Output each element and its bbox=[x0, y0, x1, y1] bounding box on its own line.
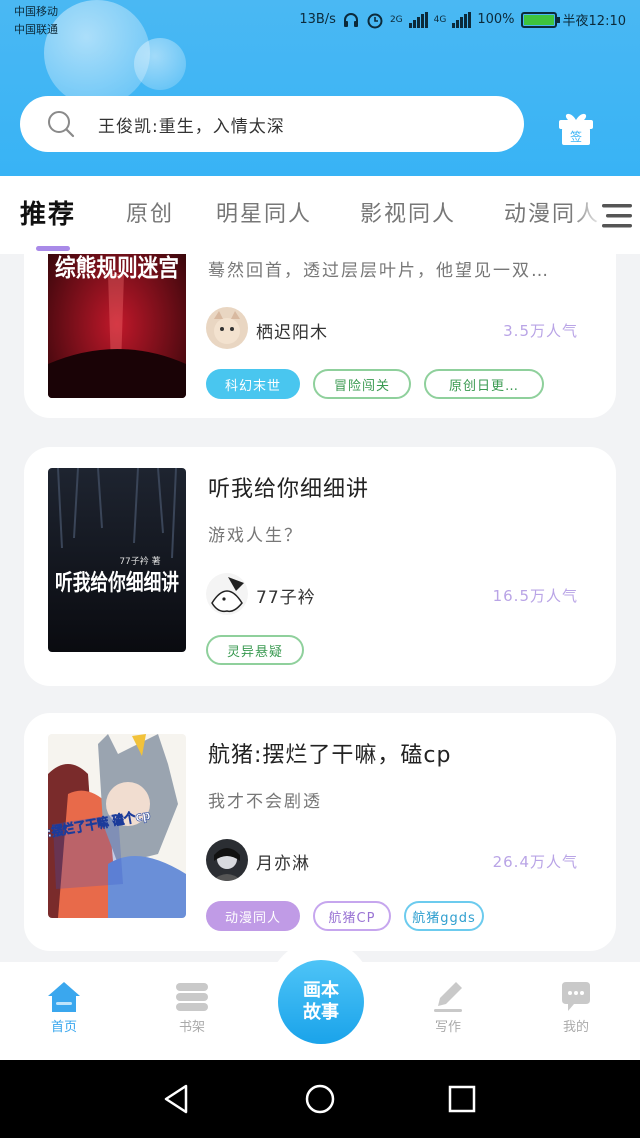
status-indicators: 13B/s 2G 4G 100% 半夜12:10 bbox=[299, 10, 626, 29]
book-card[interactable]: 综熊规则迷宫 蓦然回首，透过层层叶片，他望见一双… 栖迟阳木 3.5万人气 科幻… bbox=[24, 254, 616, 418]
book-tag[interactable]: 航猪CP bbox=[313, 901, 391, 931]
nav-label: 写作 bbox=[434, 1020, 461, 1035]
decorative-bubble bbox=[134, 38, 186, 90]
signal-icon bbox=[452, 11, 472, 28]
book-feed: 综熊规则迷宫 蓦然回首，透过层层叶片，他望见一双… 栖迟阳木 3.5万人气 科幻… bbox=[0, 254, 640, 962]
cover-title: 听我给你细细讲 bbox=[55, 570, 179, 596]
author-name: 月亦淋 bbox=[256, 854, 310, 874]
pencil-icon bbox=[434, 982, 462, 1012]
popularity-count: 16.5万人气 bbox=[492, 587, 578, 605]
book-description: 我才不会剧透 bbox=[208, 792, 322, 812]
author-avatar bbox=[206, 839, 248, 881]
system-navigation-bar bbox=[0, 1060, 640, 1138]
author-avatar bbox=[206, 307, 248, 349]
recents-icon[interactable] bbox=[445, 1082, 479, 1116]
book-description: 游戏人生？ bbox=[208, 526, 303, 546]
author-name: 77子衿 bbox=[256, 588, 316, 608]
book-tag[interactable]: 航猪ggds bbox=[404, 901, 484, 931]
status-bar: 中国移动 中国联通 13B/s 2G 4G 100% 半夜12:10 bbox=[0, 0, 640, 44]
book-tag[interactable]: 灵异悬疑 bbox=[206, 635, 304, 665]
popularity-count: 3.5万人气 bbox=[503, 322, 578, 340]
book-tag[interactable]: 动漫同人 bbox=[206, 901, 300, 931]
bookshelf-icon bbox=[176, 983, 208, 1011]
signal-icon bbox=[408, 11, 428, 28]
nav-label: 我的 bbox=[562, 1020, 589, 1035]
network-type: 4G bbox=[433, 14, 447, 25]
category-tabs: 推荐 原创 明星同人 影视同人 动漫同人 bbox=[0, 176, 640, 254]
book-card[interactable]: 77子衿 著 听我给你细细讲 听我给你细细讲 游戏人生？ 77子衿 16.5万人… bbox=[24, 447, 616, 686]
home-circle-icon[interactable] bbox=[303, 1082, 337, 1116]
book-tag[interactable]: 原创日更… bbox=[424, 369, 544, 399]
gift-label: 签 bbox=[570, 129, 582, 144]
headset-icon bbox=[343, 12, 358, 27]
clock: 半夜12:10 bbox=[562, 14, 626, 29]
active-tab-indicator bbox=[36, 246, 70, 251]
book-cover: 综熊规则迷宫 bbox=[48, 254, 186, 398]
battery-icon bbox=[520, 11, 560, 28]
alarm-icon bbox=[367, 13, 383, 28]
chat-bubble-icon bbox=[562, 982, 590, 1011]
cover-title: 综熊规则迷宫 bbox=[55, 254, 179, 282]
create-story-label: 画本故事 bbox=[303, 980, 339, 1023]
author-avatar bbox=[206, 573, 248, 615]
gift-checkin-icon[interactable]: 签 bbox=[556, 108, 596, 148]
tab-celebrity-fanfic[interactable]: 明星同人 bbox=[216, 196, 312, 228]
nav-label: 书架 bbox=[178, 1020, 205, 1035]
battery-percent: 100% bbox=[477, 12, 515, 27]
tab-original[interactable]: 原创 bbox=[126, 196, 174, 228]
book-tag[interactable]: 冒险闯关 bbox=[313, 369, 411, 399]
nav-write[interactable]: 写作 bbox=[408, 980, 488, 1035]
nav-home[interactable]: 首页 bbox=[24, 980, 104, 1035]
nav-mine[interactable]: 我的 bbox=[536, 980, 616, 1035]
popularity-count: 26.4万人气 bbox=[492, 853, 578, 871]
bottom-navigation: 首页 书架 画本故事 写作 我的 bbox=[0, 940, 640, 1060]
book-card[interactable]: 航猪:摆烂了干嘛 磕个cp 航猪:摆烂了干嘛，磕cp 我才不会剧透 月亦淋 26… bbox=[24, 713, 616, 951]
menu-icon[interactable] bbox=[600, 200, 634, 232]
create-story-button[interactable]: 画本故事 bbox=[278, 960, 364, 1044]
carrier-label: 中国联通 bbox=[14, 23, 58, 36]
tab-recommend[interactable]: 推荐 bbox=[20, 194, 76, 231]
nav-bookshelf[interactable]: 书架 bbox=[152, 980, 232, 1035]
back-icon[interactable] bbox=[160, 1082, 194, 1116]
app-header: 中国移动 中国联通 13B/s 2G 4G 100% 半夜12:10 王俊凯:重… bbox=[0, 0, 640, 176]
search-icon bbox=[48, 111, 75, 138]
home-icon bbox=[48, 982, 80, 1012]
book-tag[interactable]: 科幻末世 bbox=[206, 369, 300, 399]
network-type: 2G bbox=[389, 14, 403, 25]
nav-label: 首页 bbox=[50, 1020, 77, 1035]
book-title: 听我给你细细讲 bbox=[208, 477, 370, 502]
cover-author: 77子衿 著 bbox=[119, 555, 160, 567]
search-bar[interactable]: 王俊凯:重生，入情太深 bbox=[20, 96, 524, 152]
author-name: 栖迟阳木 bbox=[256, 323, 328, 343]
book-title: 航猪:摆烂了干嘛，磕cp bbox=[208, 743, 452, 768]
book-cover: 航猪:摆烂了干嘛 磕个cp bbox=[48, 734, 186, 918]
search-placeholder: 王俊凯:重生，入情太深 bbox=[98, 116, 285, 137]
book-description: 蓦然回首，透过层层叶片，他望见一双… bbox=[208, 261, 550, 281]
book-cover: 77子衿 著 听我给你细细讲 bbox=[48, 468, 186, 652]
network-speed: 13B/s bbox=[299, 12, 336, 27]
tab-film-fanfic[interactable]: 影视同人 bbox=[360, 196, 456, 228]
carrier-label: 中国移动 bbox=[14, 5, 58, 18]
